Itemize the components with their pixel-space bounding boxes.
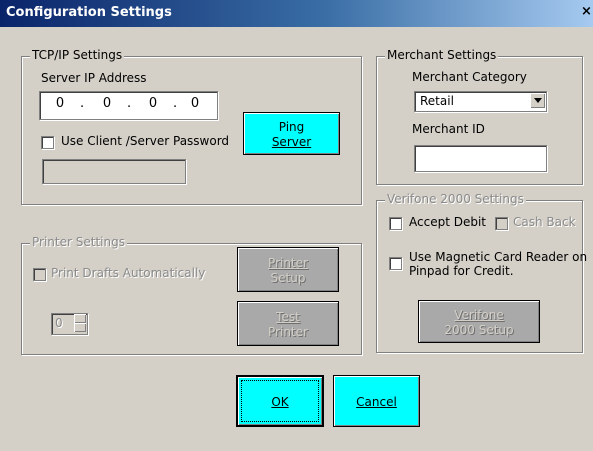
printer-setup-line1: Printer: [268, 256, 308, 270]
verifone-settings-legend: Verifone 2000 Settings: [385, 192, 526, 206]
use-password-checkbox[interactable]: [41, 136, 54, 149]
ip-octet-2[interactable]: 0: [97, 96, 117, 111]
mag-reader-line2: Pinpad for Credit.: [409, 264, 514, 278]
merchant-category-value: Retail: [420, 94, 454, 108]
server-password-field: [42, 159, 186, 184]
ok-button[interactable]: OK: [236, 375, 324, 427]
printer-setup-line2: Setup: [270, 271, 306, 285]
cancel-button[interactable]: Cancel: [333, 375, 420, 427]
merchant-category-select[interactable]: Retail: [414, 91, 547, 112]
cash-back-checkbox: [495, 217, 508, 230]
cash-back-label: Cash Back: [513, 215, 576, 229]
merchant-category-label: Merchant Category: [412, 70, 527, 84]
merchant-id-label: Merchant ID: [412, 122, 485, 136]
mag-reader-line1: Use Magnetic Card Reader on: [409, 250, 588, 264]
printer-settings-legend: Printer Settings: [30, 235, 127, 249]
print-drafts-label: Print Drafts Automatically: [51, 266, 206, 280]
merchant-id-input[interactable]: [414, 145, 547, 172]
ip-separator: .: [173, 96, 178, 111]
ping-server-line2: Server: [271, 135, 312, 149]
test-printer-line2: Printer: [268, 325, 308, 339]
ip-octet-4[interactable]: 0: [185, 96, 205, 111]
spin-up-icon: [74, 314, 86, 323]
verifone-setup-line1: Verifone: [454, 308, 504, 322]
window-title: Configuration Settings: [6, 5, 172, 20]
ip-octet-1[interactable]: 0: [50, 96, 70, 111]
ok-label: OK: [271, 395, 289, 409]
server-ip-label: Server IP Address: [41, 71, 147, 85]
accept-debit-checkbox[interactable]: [389, 217, 402, 230]
tcpip-settings-legend: TCP/IP Settings: [30, 48, 125, 62]
mag-reader-label[interactable]: Use Magnetic Card Reader on Pinpad for C…: [409, 250, 587, 278]
server-ip-input[interactable]: 0 . 0 . 0 . 0: [39, 91, 218, 120]
chevron-down-icon[interactable]: [530, 93, 545, 108]
merchant-settings-legend: Merchant Settings: [385, 48, 499, 62]
copies-value: 0: [55, 316, 63, 330]
close-icon[interactable]: ×: [581, 4, 593, 22]
verifone-setup-button: Verifone 2000 Setup: [418, 300, 540, 343]
use-password-label[interactable]: Use Client /Server Password: [61, 134, 229, 148]
printer-setup-button: Printer Setup: [237, 247, 339, 292]
print-drafts-checkbox: [33, 268, 46, 281]
ip-separator: .: [80, 96, 85, 111]
ip-separator: .: [127, 96, 132, 111]
test-printer-line1: Test: [276, 310, 300, 324]
verifone-setup-line2: 2000 Setup: [444, 323, 514, 337]
cancel-label: Cancel: [356, 395, 397, 409]
spin-down-icon: [74, 323, 86, 332]
ping-server-button[interactable]: Ping Server: [243, 112, 340, 155]
mag-reader-checkbox[interactable]: [389, 257, 402, 270]
test-printer-button: Test Printer: [237, 301, 339, 346]
title-bar: Configuration Settings ×: [0, 0, 593, 27]
ip-octet-3[interactable]: 0: [143, 96, 163, 111]
ping-server-line1: Ping: [278, 120, 305, 134]
accept-debit-label[interactable]: Accept Debit: [409, 215, 486, 229]
copies-spinner: 0: [51, 313, 88, 335]
